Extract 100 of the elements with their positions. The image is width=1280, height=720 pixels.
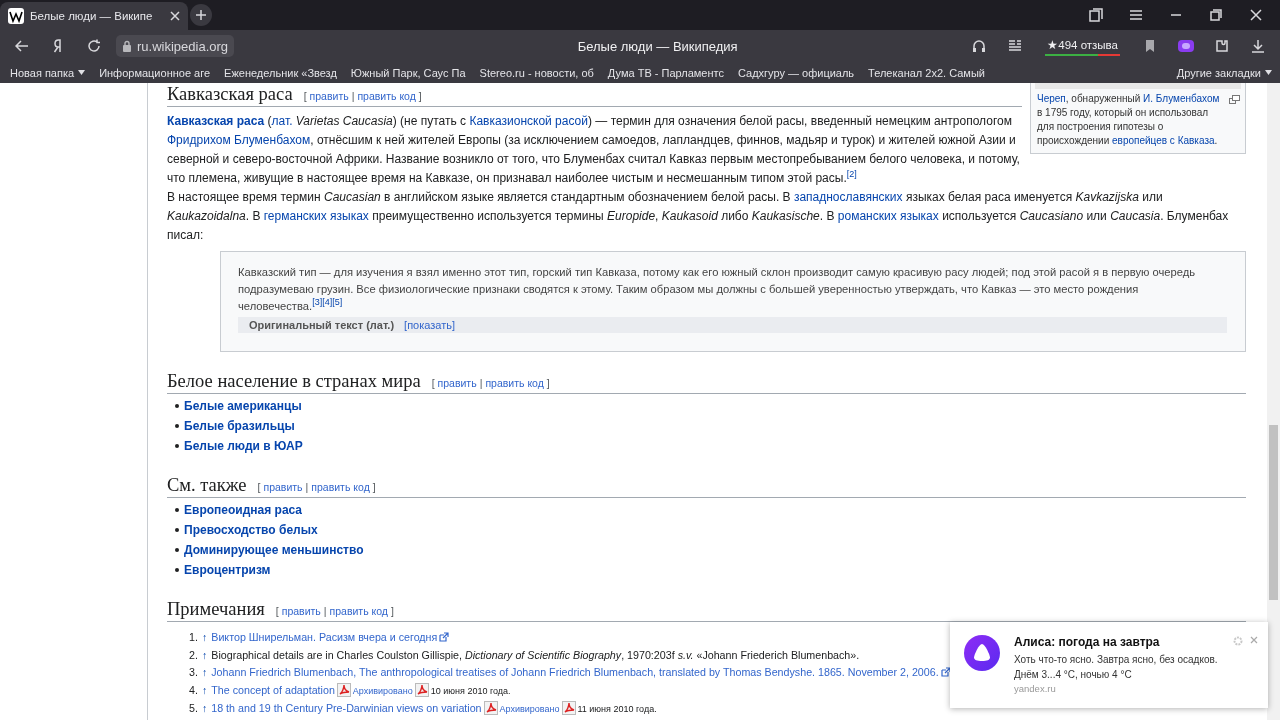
tabs-icon xyxy=(1089,8,1103,22)
link[interactable]: романских языках xyxy=(837,209,939,223)
link[interactable]: Превосходство белых xyxy=(184,522,318,538)
extensions-icon xyxy=(1214,37,1230,54)
new-tab-button[interactable] xyxy=(190,4,212,26)
notification-title: Алиса: погода на завтра xyxy=(1014,635,1161,649)
reviews-button[interactable]: ★494 отзыва xyxy=(1045,36,1120,56)
bullet-icon xyxy=(175,568,179,572)
alice-logo-icon xyxy=(964,635,1000,671)
link[interactable]: Европеоидная раса xyxy=(184,502,303,518)
bookmark[interactable]: Дума ТВ - Парламентс xyxy=(607,66,724,79)
link[interactable]: Череп xyxy=(1037,93,1066,104)
link[interactable]: Виктор Шнирельман. Расизм вчера и сегодня xyxy=(211,631,438,643)
section-heading: Белое население в странах мира xyxy=(167,370,421,393)
notification-source: yandex.ru xyxy=(1014,682,1057,696)
pdf-icon xyxy=(336,682,351,697)
note-number: 4. xyxy=(189,682,198,698)
headphones-icon xyxy=(972,38,987,53)
bookmark-folder[interactable]: Новая папка xyxy=(10,66,86,79)
backlink-arrow[interactable]: ↑ xyxy=(201,629,208,647)
link[interactable]: Johann Friedrich Blumenbach, The anthropological treatises of Johann Friedrich Blumenbach, translated by Thomas Bendyshe. 1865. November 2, 2006. xyxy=(211,666,939,678)
reader-icon xyxy=(1008,38,1023,53)
enlarge-icon[interactable] xyxy=(1229,95,1240,104)
edit-link[interactable]: править код xyxy=(357,90,416,102)
bullet-icon xyxy=(175,548,179,552)
backlink-arrow[interactable]: ↑ xyxy=(201,646,208,664)
bookmark[interactable]: Южный Парк, Саус Па xyxy=(350,66,466,79)
close-icon[interactable] xyxy=(170,11,180,21)
external-link-icon xyxy=(439,632,450,642)
note-text: Biographical details are in Charles Coulston Gillispie, Dictionary of Scientific Biography, 1970:203f s.v. «Johann Friederich Blumenbach». xyxy=(211,647,860,663)
edit-link[interactable]: править xyxy=(309,90,349,102)
page-title: Белые люди — Википедия xyxy=(577,38,738,54)
edit-link[interactable]: править xyxy=(281,605,321,617)
wikipedia-icon xyxy=(8,8,24,24)
section-heading: Примечания xyxy=(167,598,265,621)
tab-title: Белые люди — Википе xyxy=(30,10,154,22)
link[interactable]: Белые американцы xyxy=(184,398,302,414)
link[interactable]: Евроцентризм xyxy=(184,562,271,578)
edit-link[interactable]: править код xyxy=(329,605,388,617)
scrollbar-thumb[interactable] xyxy=(1269,425,1278,600)
plus-icon xyxy=(196,10,206,20)
link[interactable]: германских языках xyxy=(263,209,369,223)
edit-link[interactable]: править код xyxy=(485,377,544,389)
link[interactable]: европейцев с Кавказа xyxy=(1112,135,1215,146)
reference-link[interactable]: [2] xyxy=(846,169,857,179)
backlink-arrow[interactable]: ↑ xyxy=(201,664,208,682)
link[interactable]: лат. xyxy=(271,114,293,128)
link[interactable]: Белые бразильцы xyxy=(184,418,295,434)
section-heading: Кавказская раса xyxy=(167,83,293,106)
backlink-arrow[interactable]: ↑ xyxy=(201,681,208,699)
link[interactable]: Кавказионской расой xyxy=(469,114,588,128)
link[interactable]: И. Блуменбахом xyxy=(1143,93,1220,104)
bullet-icon xyxy=(175,404,179,408)
date-text: 11 июня 2010 года. xyxy=(577,704,657,714)
bookmark[interactable]: Еженедельник «Звезд xyxy=(224,66,337,79)
alice-icon xyxy=(1177,38,1195,53)
edit-link[interactable]: править код xyxy=(311,481,370,493)
paragraph: Кавказская раса (лат. Varietas Caucasia) (не путать с Кавказионской расой) — термин для означения белой расы, введенный немецким антропологом Фридрихом Блуменбахом, отнёсшим к ней жителей Европы (за исключением самоедов, лапландцев, финнов, мадьяр и турок) и жителей южной Азии и северной и северо-восточной Африки. Название возникло от того, что Блуменбах считал Кавказ первым местопребыванием белого человека, и потому, что племена, живущие в настоящее время на Кавказе, он признавал наиболее чистым и несмешанным типом этой расы.$^{[2]}$ xyxy=(167,113,1021,187)
bracket-mark: [ xyxy=(431,377,435,389)
link[interactable]: Белые люди в ЮАР xyxy=(184,438,303,454)
bracket-mark: ] xyxy=(546,377,550,389)
separator-mark: | xyxy=(351,90,355,102)
browser-tab[interactable]: Белые люди — Википе xyxy=(0,2,188,30)
edit-link[interactable]: править xyxy=(263,481,303,493)
bookmark[interactable]: Садхгуру — официаль xyxy=(737,66,855,79)
pdf-icon xyxy=(483,701,498,715)
note-number: 5. xyxy=(189,701,198,716)
edit-link[interactable]: править xyxy=(437,377,477,389)
bracket-mark: [ xyxy=(303,90,307,102)
archive-link[interactable]: Архивировано xyxy=(352,685,413,696)
bookmark[interactable]: Stereo.ru - новости, об xyxy=(479,66,594,79)
notification-text: Днём 3...4 °C, ночью 4 °C xyxy=(1014,668,1133,682)
bookmark[interactable]: Телеканал 2x2. Самый xyxy=(868,66,985,79)
reference-link[interactable]: [5] xyxy=(332,297,343,307)
close-window-icon xyxy=(1250,9,1262,21)
bookmark[interactable]: Информационное аге xyxy=(99,66,211,79)
separator-mark: | xyxy=(479,377,483,389)
show-link[interactable]: [показать] xyxy=(404,319,456,331)
download-icon xyxy=(1251,38,1265,53)
paragraph: В настоящее время термин Caucasian в английском языке является стандартным обозначением белой расы. В западнославянских языках белая раса именуется Kavkazijska или Kaukazoidalna. В германских языках преимущественно используется термины Europide, Kaukasoid либо Kaukasische. В романских языках используется Caucasiano или Caucasia. Блуменбах писал: xyxy=(167,189,1230,244)
reload-icon xyxy=(87,38,101,53)
bookmark-folder[interactable]: Другие закладки xyxy=(1176,66,1272,79)
back-icon xyxy=(15,39,29,52)
external-link-icon xyxy=(940,667,951,677)
caret-icon xyxy=(1265,70,1272,75)
link[interactable]: западнославянских xyxy=(793,190,903,204)
bullet-icon xyxy=(175,528,179,532)
address-field[interactable]: ru.wikipedia.org xyxy=(116,35,235,57)
lock-icon xyxy=(122,40,132,52)
restore-icon xyxy=(1210,9,1222,21)
link[interactable]: The concept of adaptation xyxy=(211,683,335,696)
scrollbar[interactable] xyxy=(1267,83,1280,720)
note-number: 1. xyxy=(189,630,198,645)
section-heading: См. также xyxy=(167,474,247,497)
link[interactable]: 18 th and 19 th Century Pre-Darwinian views on variation xyxy=(211,702,482,714)
link[interactable]: Кавказская раса xyxy=(167,114,265,128)
backlink-arrow[interactable]: ↑ xyxy=(201,700,208,718)
archive-link[interactable]: Архивировано xyxy=(499,704,560,714)
link[interactable]: Доминирующее меньшинство xyxy=(184,542,364,558)
bracket-mark: [ xyxy=(257,481,261,493)
